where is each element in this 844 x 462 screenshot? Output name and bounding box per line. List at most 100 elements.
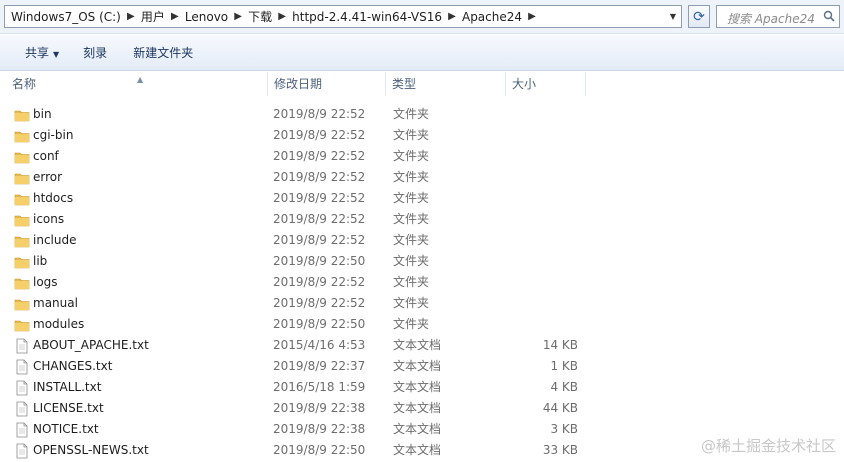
breadcrumb-users[interactable]: 用户 (141, 8, 165, 25)
file-type: 文件夹 (393, 170, 430, 184)
file-modified: 2019/8/9 22:52 (273, 275, 366, 289)
file-modified: 2019/8/9 22:50 (273, 317, 366, 331)
breadcrumb-apache24[interactable]: Apache24 (462, 10, 522, 24)
breadcrumb-drive[interactable]: Windows7_OS (C:) (11, 10, 121, 24)
file-type: 文件夹 (393, 296, 430, 310)
share-label: 共享 (25, 45, 50, 60)
file-type: 文件夹 (393, 275, 430, 289)
file-modified: 2019/8/9 22:38 (273, 422, 366, 436)
file-row[interactable]: LICENSE.txt 2019/8/9 22:38 文本文档 44 KB (0, 398, 844, 419)
new-folder-button[interactable]: 新建文件夹 (126, 41, 200, 65)
address-bar[interactable]: Windows7_OS (C:) ▶ 用户 ▶ Lenovo ▶ 下载 ▶ ht… (4, 5, 682, 28)
column-header-row: 名称 ▲ 修改日期 类型 大小 (0, 72, 844, 96)
burn-button[interactable]: 刻录 (76, 41, 114, 65)
chevron-right-icon[interactable]: ▶ (124, 11, 138, 22)
file-name: cgi-bin (33, 128, 74, 142)
chevron-down-icon: ▼ (53, 49, 60, 59)
file-row[interactable]: htdocs 2019/8/9 22:52 文件夹 (0, 188, 844, 209)
file-type: 文本文档 (393, 422, 442, 436)
file-type: 文件夹 (393, 107, 430, 121)
file-size (500, 167, 578, 188)
file-modified: 2019/8/9 22:37 (273, 359, 366, 373)
file-modified: 2019/8/9 22:50 (273, 443, 366, 457)
file-modified: 2016/5/18 1:59 (273, 380, 366, 394)
file-size: 33 KB (542, 443, 578, 457)
file-name: lib (33, 254, 48, 268)
file-row[interactable]: modules 2019/8/9 22:50 文件夹 (0, 314, 844, 335)
file-row[interactable]: INSTALL.txt 2016/5/18 1:59 文本文档 4 KB (0, 377, 844, 398)
file-name: include (33, 233, 77, 247)
file-modified: 2019/8/9 22:52 (273, 170, 366, 184)
chevron-right-icon[interactable]: ▶ (231, 11, 245, 22)
breadcrumb-lenovo[interactable]: Lenovo (185, 10, 228, 24)
chevron-right-icon[interactable]: ▶ (525, 11, 539, 22)
file-name: LICENSE.txt (33, 401, 104, 415)
file-modified: 2015/4/16 4:53 (273, 338, 366, 352)
column-header-type[interactable]: 类型 (386, 72, 506, 96)
file-name: bin (33, 107, 52, 121)
file-row[interactable]: manual 2019/8/9 22:52 文件夹 (0, 293, 844, 314)
file-type: 文本文档 (393, 401, 442, 415)
file-size (500, 146, 578, 167)
column-header-modified[interactable]: 修改日期 (268, 72, 386, 96)
column-header-size-label: 大小 (512, 77, 537, 91)
breadcrumb-downloads[interactable]: 下载 (248, 8, 272, 25)
file-type: 文件夹 (393, 317, 430, 331)
file-row[interactable]: conf 2019/8/9 22:52 文件夹 (0, 146, 844, 167)
file-row[interactable]: cgi-bin 2019/8/9 22:52 文件夹 (0, 125, 844, 146)
file-row[interactable]: ABOUT_APACHE.txt 2015/4/16 4:53 文本文档 14 KB (0, 335, 844, 356)
file-name: manual (33, 296, 78, 310)
file-size (500, 104, 578, 125)
file-type: 文件夹 (393, 128, 430, 142)
file-modified: 2019/8/9 22:52 (273, 128, 366, 142)
file-modified: 2019/8/9 22:52 (273, 149, 366, 163)
file-size: 44 KB (542, 401, 578, 415)
file-type: 文件夹 (393, 254, 430, 268)
chevron-right-icon[interactable]: ▶ (275, 11, 289, 22)
file-name: CHANGES.txt (33, 359, 113, 373)
file-name: logs (33, 275, 58, 289)
chevron-right-icon[interactable]: ▶ (445, 11, 459, 22)
file-modified: 2019/8/9 22:52 (273, 107, 366, 121)
refresh-button[interactable]: ⟳ (688, 5, 710, 28)
file-row[interactable]: error 2019/8/9 22:52 文件夹 (0, 167, 844, 188)
file-size (500, 251, 578, 272)
file-size: 3 KB (550, 422, 578, 436)
column-header-type-label: 类型 (392, 77, 417, 91)
chevron-right-icon[interactable]: ▶ (168, 11, 182, 22)
address-bar-row: Windows7_OS (C:) ▶ 用户 ▶ Lenovo ▶ 下载 ▶ ht… (0, 0, 844, 34)
file-row[interactable]: bin 2019/8/9 22:52 文件夹 (0, 104, 844, 125)
file-modified: 2019/8/9 22:38 (273, 401, 366, 415)
file-list: bin 2019/8/9 22:52 文件夹 cgi-bin 2019/8/9 22:5… (0, 104, 844, 461)
file-size (500, 125, 578, 146)
file-modified: 2019/8/9 22:52 (273, 212, 366, 226)
search-input[interactable]: 搜索 Apache24 (716, 5, 840, 28)
file-row[interactable]: CHANGES.txt 2019/8/9 22:37 文本文档 1 KB (0, 356, 844, 377)
column-header-name[interactable]: 名称 ▲ (6, 72, 268, 96)
file-name: icons (33, 212, 65, 226)
file-size: 1 KB (550, 359, 578, 373)
chevron-down-icon[interactable]: ▼ (665, 6, 681, 27)
file-name: INSTALL.txt (33, 380, 102, 394)
command-toolbar: 共享 ▼ 刻录 新建文件夹 (0, 35, 844, 71)
column-header-size[interactable]: 大小 (506, 72, 586, 96)
file-modified: 2019/8/9 22:52 (273, 233, 366, 247)
file-type: 文件夹 (393, 149, 430, 163)
file-row[interactable]: logs 2019/8/9 22:52 文件夹 (0, 272, 844, 293)
file-name: modules (33, 317, 85, 331)
file-type: 文本文档 (393, 380, 442, 394)
share-button[interactable]: 共享 ▼ (18, 41, 66, 65)
file-row[interactable]: lib 2019/8/9 22:50 文件夹 (0, 251, 844, 272)
file-row[interactable]: icons 2019/8/9 22:52 文件夹 (0, 209, 844, 230)
file-size (500, 209, 578, 230)
search-icon[interactable] (823, 10, 835, 22)
file-type: 文本文档 (393, 443, 442, 457)
file-type: 文件夹 (393, 212, 430, 226)
file-name: htdocs (33, 191, 74, 205)
file-size (500, 314, 578, 335)
file-modified: 2019/8/9 22:50 (273, 254, 366, 268)
file-row[interactable]: include 2019/8/9 22:52 文件夹 (0, 230, 844, 251)
file-type: 文本文档 (393, 359, 442, 373)
file-type: 文件夹 (393, 191, 430, 205)
breadcrumb-httpd[interactable]: httpd-2.4.41-win64-VS16 (292, 10, 442, 24)
